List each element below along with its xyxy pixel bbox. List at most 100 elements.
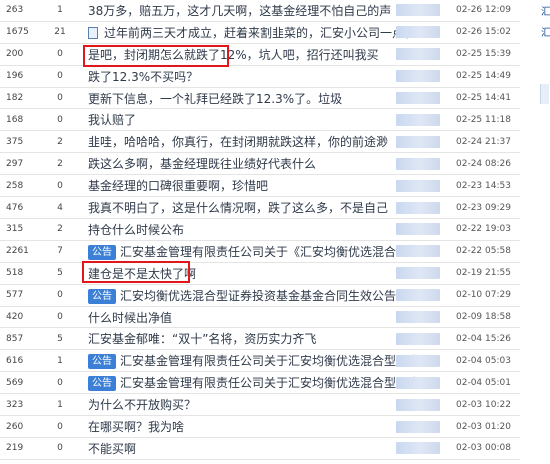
author-name-blurred[interactable] bbox=[396, 420, 440, 433]
author-name-blurred[interactable] bbox=[396, 376, 440, 389]
post-title-link[interactable]: 为什么不开放购买？ bbox=[88, 396, 196, 413]
post-title-text: 持仓什么时候公布 bbox=[88, 222, 185, 237]
post-date: 02-25 14:41 bbox=[456, 93, 511, 104]
view-count: 182 bbox=[6, 93, 24, 104]
author-name-blurred[interactable] bbox=[396, 311, 440, 324]
post-date: 02-26 15:02 bbox=[456, 27, 511, 38]
post-title-text: 跌了12.3%不买吗？ bbox=[88, 69, 199, 84]
post-title-text: 为什么不开放购买？ bbox=[88, 398, 197, 413]
post-title-text: 跌这么多啊，基金经理既往业绩好代表什么 bbox=[88, 157, 317, 172]
post-date: 02-04 05:01 bbox=[456, 377, 511, 388]
post-title-text: 什么时候出净值 bbox=[88, 310, 173, 325]
view-count: 857 bbox=[6, 333, 24, 344]
reply-count: 0 bbox=[57, 443, 63, 454]
post-title-text: 汇安基金管理有限责任公司关于《汇安均衡优选混合型证 bbox=[120, 244, 421, 259]
post-row: 200 0 是吧，封闭期怎么就跌了12%，坑人吧，招行还叫我买 02-25 15:39 bbox=[0, 44, 520, 66]
post-date: 02-10 07:29 bbox=[456, 290, 511, 301]
view-count: 616 bbox=[6, 355, 24, 366]
author-name-blurred[interactable] bbox=[396, 245, 440, 258]
author-name-blurred[interactable] bbox=[396, 157, 440, 170]
reply-count: 2 bbox=[57, 136, 63, 147]
post-title-link[interactable]: 公告 汇安均衡优选混合型证券投资基金基金合同生效公告 bbox=[88, 287, 396, 304]
post-title-link[interactable]: 过年前两三天才成立，赶着来割韭菜的，汇安小公司一点影 bbox=[88, 24, 416, 41]
announcement-badge: 公告 bbox=[88, 354, 116, 370]
post-title-link[interactable]: 在哪买啊？我为啥 bbox=[88, 418, 184, 435]
announcement-badge: 公告 bbox=[88, 244, 116, 260]
post-row: 168 0 我认赔了 02-25 11:18 bbox=[0, 110, 520, 132]
author-name-blurred[interactable] bbox=[396, 442, 440, 455]
post-title-link[interactable]: 汇安基金郁唯：“双十”名将，资历实力齐飞 bbox=[88, 330, 316, 347]
author-name-blurred[interactable] bbox=[396, 201, 440, 214]
author-name-blurred[interactable] bbox=[396, 70, 440, 83]
author-name-blurred[interactable] bbox=[396, 135, 440, 148]
author-name-blurred[interactable] bbox=[396, 26, 440, 39]
post-row: 857 5 汇安基金郁唯：“双十”名将，资历实力齐飞 02-04 15:26 bbox=[0, 329, 520, 351]
reply-count: 0 bbox=[57, 421, 63, 432]
view-count: 577 bbox=[6, 290, 24, 301]
post-row: 323 1 为什么不开放购买？ 02-03 10:22 bbox=[0, 394, 520, 417]
author-name-blurred[interactable] bbox=[396, 113, 440, 126]
post-date: 02-26 12:09 bbox=[456, 5, 511, 16]
post-date: 02-22 19:03 bbox=[456, 224, 511, 235]
reply-count: 0 bbox=[57, 114, 63, 125]
sidebar-tab[interactable] bbox=[540, 84, 549, 104]
post-title-link[interactable]: 不能买啊 bbox=[88, 440, 136, 457]
post-row: 518 5 建仓是不是太快了啊 02-19 21:55 bbox=[0, 263, 520, 285]
author-name-blurred[interactable] bbox=[396, 267, 440, 280]
post-title-link[interactable]: 韭哇，哈哈哈，你真行，在封闭期就跌这样，你的前途渺 bbox=[88, 133, 388, 150]
sidebar-char-2: 汇 bbox=[541, 28, 550, 39]
post-row: 577 0 公告 汇安均衡优选混合型证券投资基金基金合同生效公告 02-10 07:29 bbox=[0, 285, 520, 307]
author-name-blurred[interactable] bbox=[396, 289, 440, 302]
post-date: 02-23 14:53 bbox=[456, 180, 511, 191]
author-name-blurred[interactable] bbox=[396, 332, 440, 345]
reply-count: 0 bbox=[57, 93, 63, 104]
view-count: 375 bbox=[6, 136, 24, 147]
post-title-link[interactable]: 38万多，赔五万，这才几天啊，这基金经理不怕自己的声 bbox=[88, 2, 391, 19]
post-title-text: 38万多，赔五万，这才几天啊，这基金经理不怕自己的声 bbox=[88, 3, 392, 18]
post-title-link[interactable]: 公告 汇安基金管理有限责任公司关于汇安均衡优选混合型证券 bbox=[88, 352, 420, 370]
view-count: 196 bbox=[6, 71, 24, 82]
post-title-link[interactable]: 持仓什么时候公布 bbox=[88, 221, 184, 238]
post-date: 02-03 01:20 bbox=[456, 421, 511, 432]
post-title-text: 基金经理的口碑很重要啊，珍惜吧 bbox=[88, 179, 269, 194]
author-name-blurred[interactable] bbox=[396, 48, 440, 61]
post-title-link[interactable]: 什么时候出净值 bbox=[88, 309, 172, 326]
post-row: 315 2 持仓什么时候公布 02-22 19:03 bbox=[0, 219, 520, 241]
post-title-link[interactable]: 基金经理的口碑很重要啊，珍惜吧 bbox=[88, 177, 268, 194]
reply-count: 0 bbox=[57, 49, 63, 60]
post-title-link[interactable]: 我认赔了 bbox=[88, 111, 136, 128]
post-title-link[interactable]: 公告 汇安基金管理有限责任公司关于《汇安均衡优选混合型证 bbox=[88, 243, 420, 260]
author-name-blurred[interactable] bbox=[396, 223, 440, 236]
reply-count: 2 bbox=[57, 224, 63, 235]
post-row: 476 4 我真不明白了，这是什么情况啊，跌了这么多，不是自己 02-23 09:29 bbox=[0, 197, 520, 219]
author-name-blurred[interactable] bbox=[396, 354, 440, 367]
author-name-blurred[interactable] bbox=[396, 92, 440, 105]
post-title-link[interactable]: 公告 汇安基金管理有限责任公司关于汇安均衡优选混合型证券 bbox=[88, 374, 420, 392]
post-title-text: 汇安均衡优选混合型证券投资基金基金合同生效公告 bbox=[120, 288, 397, 303]
reply-count: 1 bbox=[57, 399, 63, 410]
reply-count: 1 bbox=[57, 5, 63, 16]
announcement-badge: 公告 bbox=[88, 288, 116, 304]
document-icon bbox=[88, 27, 98, 40]
reply-count: 5 bbox=[57, 268, 63, 279]
post-date: 02-24 08:26 bbox=[456, 158, 511, 169]
reply-count: 5 bbox=[57, 333, 63, 344]
reply-count: 7 bbox=[57, 246, 63, 257]
post-date: 02-03 00:08 bbox=[456, 443, 511, 454]
announcement-badge: 公告 bbox=[88, 376, 116, 392]
post-title-text: 汇安基金郁唯：“双十”名将，资历实力齐飞 bbox=[88, 332, 317, 347]
view-count: 420 bbox=[6, 312, 24, 323]
post-title-link[interactable]: 跌了12.3%不买吗？ bbox=[88, 68, 198, 85]
post-title-text: 更新下信息，一个礼拜已经跌了12.3%了。垃圾 bbox=[88, 91, 343, 106]
post-title-link[interactable]: 跌这么多啊，基金经理既往业绩好代表什么 bbox=[88, 155, 316, 172]
author-name-blurred[interactable] bbox=[396, 4, 440, 17]
post-row: 182 0 更新下信息，一个礼拜已经跌了12.3%了。垃圾 02-25 14:41 bbox=[0, 88, 520, 110]
view-count: 260 bbox=[6, 421, 24, 432]
post-title-link[interactable]: 更新下信息，一个礼拜已经跌了12.3%了。垃圾 bbox=[88, 90, 342, 107]
post-date: 02-24 21:37 bbox=[456, 136, 511, 147]
author-name-blurred[interactable] bbox=[396, 398, 440, 411]
post-row: 263 1 38万多，赔五万，这才几天啊，这基金经理不怕自己的声 02-26 12:0… bbox=[0, 0, 520, 22]
post-title-link[interactable]: 我真不明白了，这是什么情况啊，跌了这么多，不是自己 bbox=[88, 199, 388, 216]
author-name-blurred[interactable] bbox=[396, 179, 440, 192]
post-date: 02-22 05:58 bbox=[456, 246, 511, 257]
